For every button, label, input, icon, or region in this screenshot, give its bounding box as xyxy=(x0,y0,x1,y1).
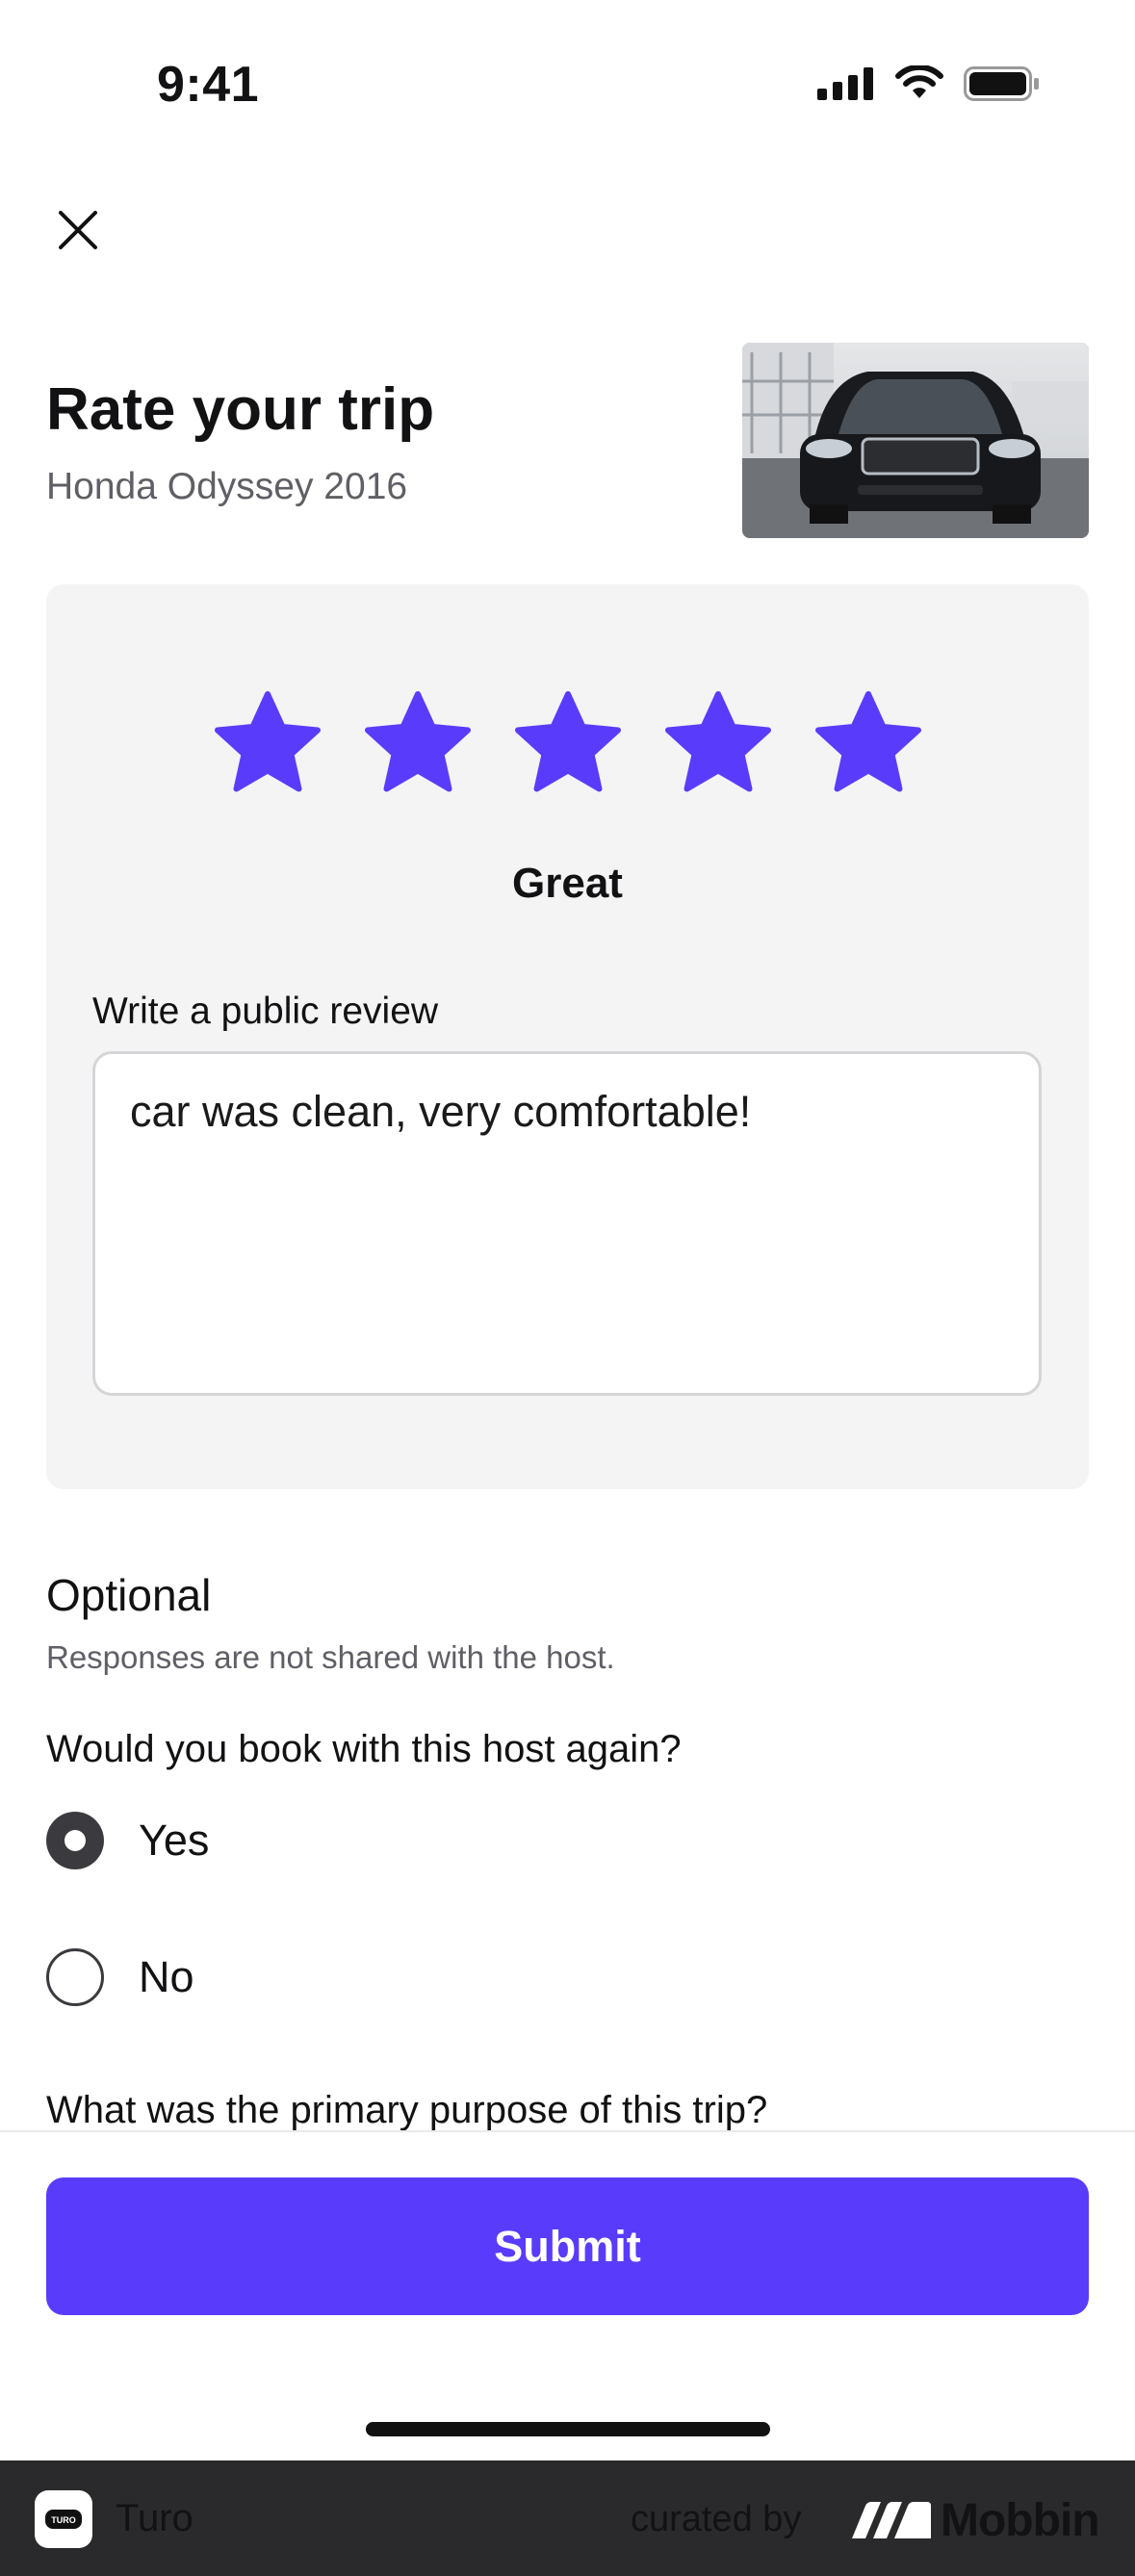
optional-subtext: Responses are not shared with the host. xyxy=(46,1639,615,1675)
radio-option-yes[interactable]: Yes xyxy=(46,1812,209,1869)
signal-icon xyxy=(817,67,873,100)
star-icon[interactable] xyxy=(210,685,325,801)
status-icons xyxy=(817,65,1041,102)
radio-option-no[interactable]: No xyxy=(46,1948,194,2006)
review-label: Write a public review xyxy=(92,991,439,1032)
star-icon[interactable] xyxy=(360,685,476,801)
radio-checked-icon[interactable] xyxy=(46,1812,104,1869)
status-time: 9:41 xyxy=(157,57,260,113)
star-icon[interactable] xyxy=(660,685,776,801)
rebook-question: Would you book with this host again? xyxy=(46,1728,682,1770)
curated-by-text: curated by xyxy=(631,2499,802,2539)
submit-button[interactable]: Submit xyxy=(46,2177,1089,2315)
turo-app-icon: TURO xyxy=(35,2490,92,2548)
home-indicator xyxy=(366,2422,770,2436)
star-icon[interactable] xyxy=(510,685,626,801)
star-rating[interactable] xyxy=(0,685,1135,801)
review-textarea[interactable]: car was clean, very comfortable! xyxy=(92,1051,1042,1396)
vehicle-name: Honda Odyssey 2016 xyxy=(46,466,408,507)
optional-heading: Optional xyxy=(46,1570,212,1620)
purpose-question: What was the primary purpose of this tri… xyxy=(46,2089,768,2131)
app-name: Turo xyxy=(116,2497,193,2539)
radio-unchecked-icon[interactable] xyxy=(46,1948,104,2006)
mobbin-text: Mobbin xyxy=(941,2495,1100,2546)
wifi-icon xyxy=(895,65,943,98)
radio-label-yes: Yes xyxy=(139,1816,210,1865)
rating-label: Great xyxy=(512,860,623,907)
car-photo xyxy=(742,343,1089,538)
close-button[interactable] xyxy=(46,198,110,262)
mobbin-mark-icon xyxy=(852,2501,931,2538)
battery-icon xyxy=(964,66,1039,101)
radio-label-no: No xyxy=(139,1952,194,2001)
page-title: Rate your trip xyxy=(46,376,435,443)
mobbin-logo: Mobbin xyxy=(852,2494,1100,2547)
star-icon[interactable] xyxy=(811,685,926,801)
close-icon xyxy=(59,211,97,249)
turo-icon-text: TURO xyxy=(51,2515,76,2525)
